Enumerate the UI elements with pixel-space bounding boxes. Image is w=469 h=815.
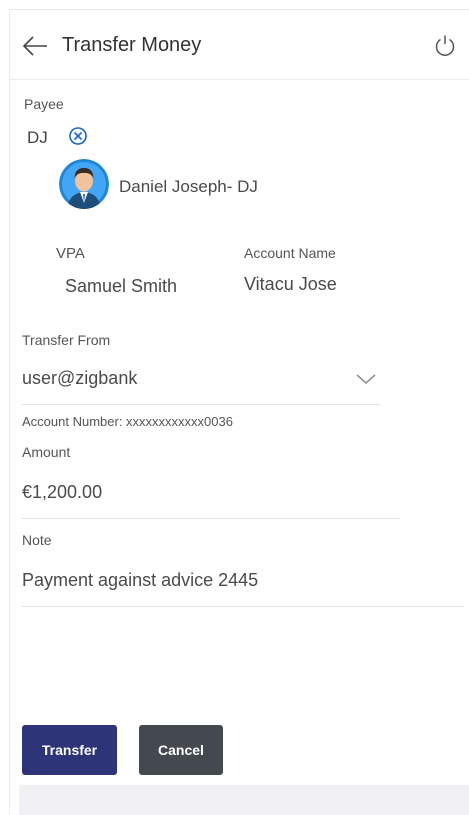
app-header: Transfer Money [10, 10, 469, 80]
transfer-from-underline [22, 404, 380, 405]
vpa-value: Samuel Smith [65, 276, 178, 296]
payee-label: Payee [24, 96, 64, 112]
chevron-down-icon[interactable] [355, 372, 377, 386]
circle-x-icon[interactable] [68, 126, 88, 146]
transfer-money-screen: Transfer Money Payee DJ Daniel Joseph- D… [9, 9, 469, 815]
person-avatar-icon [59, 159, 109, 209]
note-value: Payment against advice 2445 [22, 570, 259, 590]
note-label: Note [22, 532, 52, 548]
account-number-text: Account Number: xxxxxxxxxxxx0036 [22, 414, 233, 429]
account-name-value: Vitacu Jose [244, 274, 337, 294]
amount-value: €1,200.00 [22, 482, 103, 502]
payee-full-name: Daniel Joseph [119, 177, 227, 196]
payee-chip: DJ [27, 128, 48, 147]
amount-underline [22, 518, 400, 519]
note-underline [22, 606, 464, 607]
transfer-from-value: user@zigbank [22, 368, 138, 388]
payee-name: Daniel Joseph- DJ [119, 177, 258, 197]
amount-input[interactable]: €1,200.00 [22, 476, 400, 518]
payee-nickname: - DJ [226, 177, 258, 196]
arrow-left-icon[interactable] [22, 36, 48, 56]
note-input[interactable]: Payment against advice 2445 [22, 564, 464, 606]
cancel-button[interactable]: Cancel [139, 725, 223, 775]
page-title: Transfer Money [62, 34, 202, 56]
transfer-from-select[interactable]: user@zigbank [22, 360, 380, 404]
account-name-label: Account Name [244, 245, 336, 261]
transfer-from-label: Transfer From [22, 332, 111, 348]
transfer-button[interactable]: Transfer [22, 725, 117, 775]
power-icon[interactable] [434, 34, 456, 58]
amount-label: Amount [22, 444, 71, 460]
footer-band [19, 785, 469, 815]
vpa-label: VPA [56, 245, 85, 262]
